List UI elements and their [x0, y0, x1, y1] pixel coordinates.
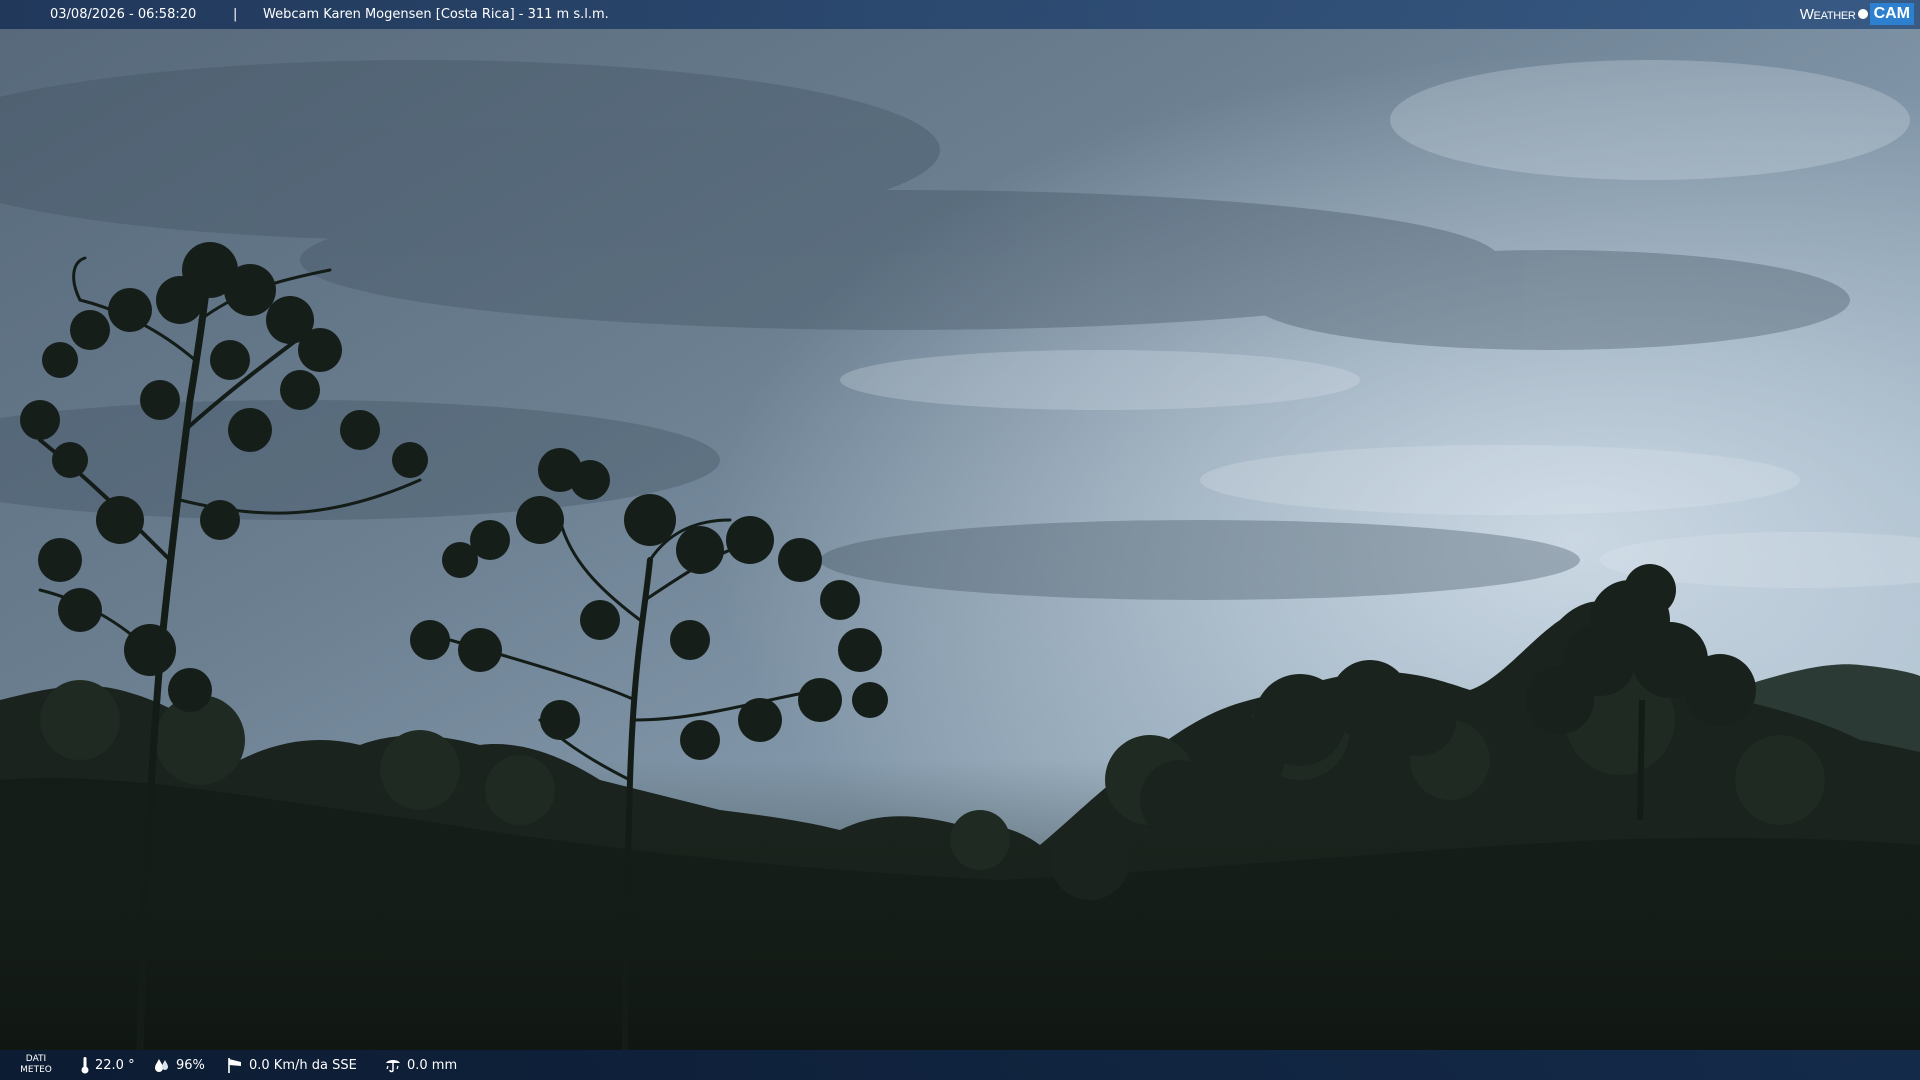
humidity-readout: 96% — [153, 1050, 205, 1080]
weather-data-label: DATI METEO — [18, 1054, 54, 1076]
logo-box: CAM — [1869, 3, 1914, 25]
rain-value: 0.0 mm — [407, 1057, 458, 1073]
label-line-2: METEO — [20, 1065, 52, 1075]
logo-dot-icon — [1857, 9, 1868, 19]
weathercam-logo: Weather CAM — [1800, 3, 1914, 25]
top-info-bar: 03/08/2026 - 06:58:20 | Webcam Karen Mog… — [0, 0, 1920, 29]
timestamp: 03/08/2026 - 06:58:20 — [50, 7, 197, 22]
wind-value: 0.0 Km/h da SSE — [249, 1057, 357, 1073]
separator: | — [233, 7, 238, 22]
humidity-value: 96% — [176, 1057, 205, 1073]
rain-readout: 0.0 mm — [384, 1050, 457, 1080]
thermometer-icon — [81, 1057, 89, 1074]
wind-readout: 0.0 Km/h da SSE — [226, 1050, 357, 1080]
weather-data-bar: DATI METEO 22.0 ° 96% 0.0 Km/h da SSE 0.… — [0, 1050, 1920, 1080]
wind-sock-icon — [228, 1058, 241, 1073]
temperature-readout: 22.0 ° — [80, 1050, 135, 1080]
webcam-title: Webcam Karen Mogensen [Costa Rica] - 311… — [263, 7, 609, 22]
logo-word: Weather — [1799, 5, 1856, 23]
webcam-image — [0, 0, 1920, 1080]
label-line-1: DATI — [25, 1054, 47, 1064]
webcam-frame: 03/08/2026 - 06:58:20 | Webcam Karen Mog… — [0, 0, 1920, 1080]
rain-gauge-icon — [386, 1060, 400, 1073]
humidity-drop-icon — [155, 1059, 168, 1072]
temperature-value: 22.0 ° — [95, 1057, 135, 1073]
